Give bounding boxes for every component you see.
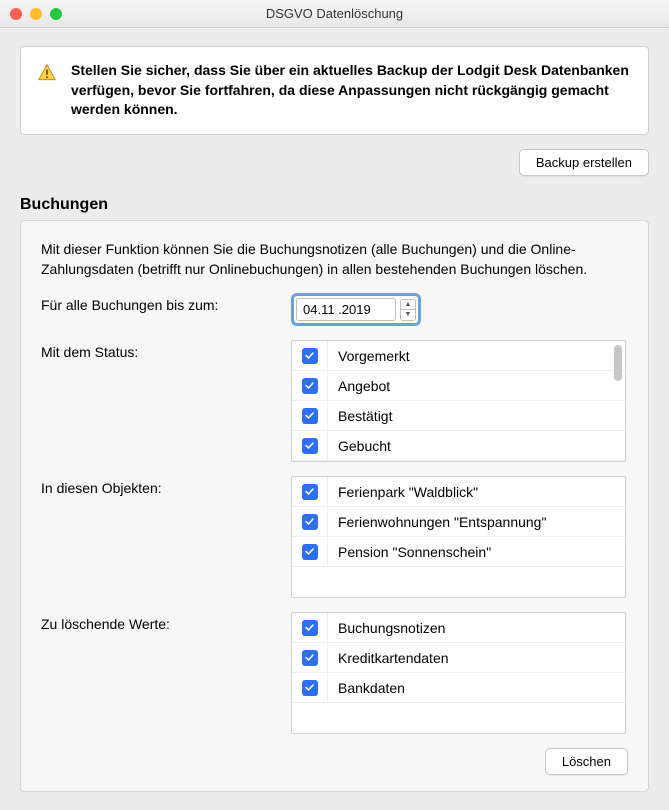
date-input[interactable] bbox=[296, 298, 396, 321]
bookings-panel: Mit dieser Funktion können Sie die Buchu… bbox=[20, 220, 649, 793]
list-item-label: Ferienwohnungen "Entspannung" bbox=[328, 514, 546, 530]
backup-button[interactable]: Backup erstellen bbox=[519, 149, 649, 176]
checkbox[interactable] bbox=[302, 408, 318, 424]
list-item[interactable]: Vorgemerkt bbox=[292, 341, 625, 371]
window-content: Stellen Sie sicher, dass Sie über ein ak… bbox=[0, 28, 669, 810]
list-item-label: Kreditkartendaten bbox=[328, 650, 449, 666]
section-description: Mit dieser Funktion können Sie die Buchu… bbox=[41, 239, 628, 280]
checkbox[interactable] bbox=[302, 484, 318, 500]
objects-listbox[interactable]: Ferienpark "Waldblick" Ferienwohnungen "… bbox=[291, 476, 626, 598]
delete-button[interactable]: Löschen bbox=[545, 748, 628, 775]
checkbox[interactable] bbox=[302, 620, 318, 636]
backup-button-row: Backup erstellen bbox=[20, 149, 649, 176]
list-item-label: Vorgemerkt bbox=[328, 348, 410, 364]
checkbox[interactable] bbox=[302, 650, 318, 666]
list-item[interactable]: Angebot bbox=[292, 371, 625, 401]
stepper-down-button[interactable]: ▼ bbox=[401, 310, 415, 320]
warning-banner: Stellen Sie sicher, dass Sie über ein ak… bbox=[20, 46, 649, 135]
objects-row: In diesen Objekten: Ferienpark "Waldblic… bbox=[41, 476, 628, 598]
minimize-window-button[interactable] bbox=[30, 8, 42, 20]
values-row: Zu löschende Werte: Buchungsnotizen Kred… bbox=[41, 612, 628, 734]
list-item-empty bbox=[292, 703, 625, 733]
list-item[interactable]: Buchungsnotizen bbox=[292, 613, 625, 643]
date-row: Für alle Buchungen bis zum: ▲ ▼ bbox=[41, 293, 628, 326]
date-stepper: ▲ ▼ bbox=[400, 299, 416, 321]
titlebar: DSGVO Datenlöschung bbox=[0, 0, 669, 28]
values-listbox[interactable]: Buchungsnotizen Kreditkartendaten Bankda… bbox=[291, 612, 626, 734]
list-item-label: Gebucht bbox=[328, 438, 391, 454]
status-row: Mit dem Status: Vorgemerkt Angebot Bestä… bbox=[41, 340, 628, 462]
list-item[interactable]: Ferienwohnungen "Entspannung" bbox=[292, 507, 625, 537]
list-item-label: Angebot bbox=[328, 378, 390, 394]
status-label: Mit dem Status: bbox=[41, 340, 291, 360]
close-window-button[interactable] bbox=[10, 8, 22, 20]
checkbox[interactable] bbox=[302, 680, 318, 696]
list-item-label: Ferienpark "Waldblick" bbox=[328, 484, 478, 500]
maximize-window-button[interactable] bbox=[50, 8, 62, 20]
list-item[interactable]: Ferienpark "Waldblick" bbox=[292, 477, 625, 507]
date-field-wrapper: ▲ ▼ bbox=[291, 293, 421, 326]
list-item[interactable]: Bankdaten bbox=[292, 673, 625, 703]
checkbox[interactable] bbox=[302, 348, 318, 364]
checkbox[interactable] bbox=[302, 438, 318, 454]
list-item[interactable]: Pension "Sonnenschein" bbox=[292, 537, 625, 567]
objects-label: In diesen Objekten: bbox=[41, 476, 291, 496]
section-title: Buchungen bbox=[20, 196, 649, 214]
delete-button-row: Löschen bbox=[41, 748, 628, 775]
list-item-label: Buchungsnotizen bbox=[328, 620, 445, 636]
list-item-label: Bankdaten bbox=[328, 680, 405, 696]
list-item[interactable]: Bestätigt bbox=[292, 401, 625, 431]
warning-icon bbox=[37, 63, 57, 83]
window-controls bbox=[10, 8, 62, 20]
list-item[interactable]: Kreditkartendaten bbox=[292, 643, 625, 673]
scrollbar-thumb[interactable] bbox=[614, 345, 622, 381]
checkbox[interactable] bbox=[302, 514, 318, 530]
values-label: Zu löschende Werte: bbox=[41, 612, 291, 632]
list-item-label: Pension "Sonnenschein" bbox=[328, 544, 491, 560]
date-label: Für alle Buchungen bis zum: bbox=[41, 293, 291, 313]
checkbox[interactable] bbox=[302, 544, 318, 560]
checkbox[interactable] bbox=[302, 378, 318, 394]
status-listbox[interactable]: Vorgemerkt Angebot Bestätigt Gebucht bbox=[291, 340, 626, 462]
warning-text: Stellen Sie sicher, dass Sie über ein ak… bbox=[71, 61, 632, 120]
list-item-empty bbox=[292, 567, 625, 597]
list-item[interactable]: Gebucht bbox=[292, 431, 625, 461]
list-item-label: Bestätigt bbox=[328, 408, 392, 424]
stepper-up-button[interactable]: ▲ bbox=[401, 300, 415, 310]
window-title: DSGVO Datenlöschung bbox=[10, 6, 659, 21]
